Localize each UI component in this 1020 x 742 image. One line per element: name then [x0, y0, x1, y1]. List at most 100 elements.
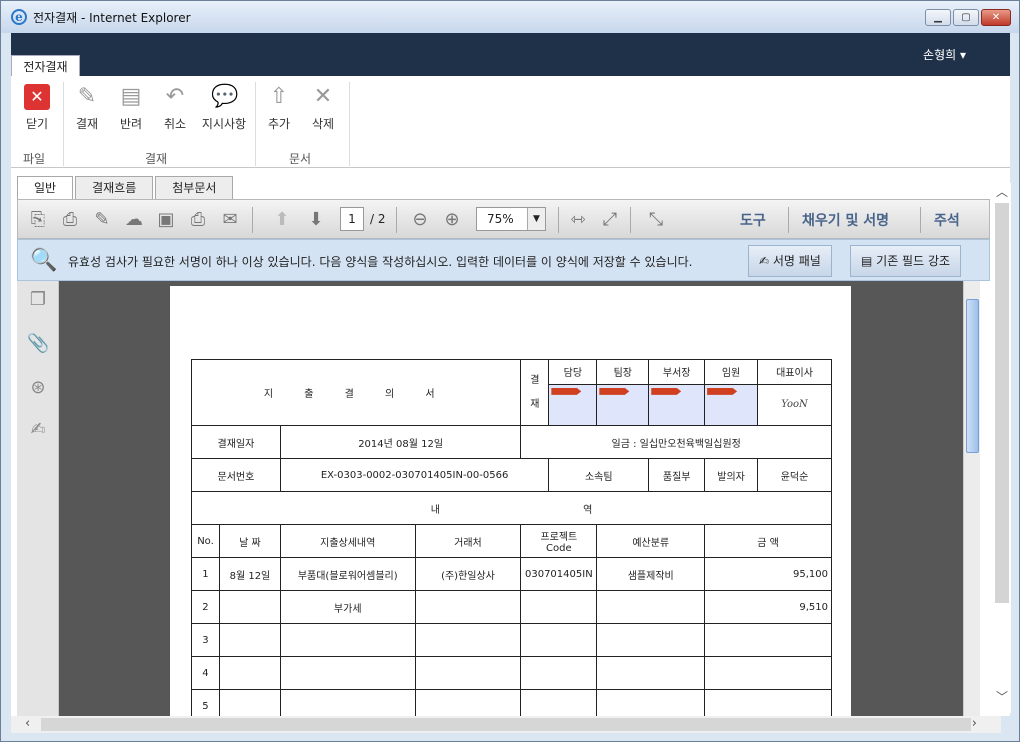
approver-head: 부서장	[648, 359, 706, 385]
fields-icon: ▤	[861, 254, 877, 268]
comment-link[interactable]: 주석	[934, 210, 960, 230]
sign-field[interactable]	[648, 383, 706, 427]
scroll-right-icon[interactable]: ›	[972, 716, 977, 731]
ceo-signature: YooN	[757, 383, 832, 427]
table-row: 5	[191, 689, 832, 716]
sign-field[interactable]	[704, 383, 759, 427]
horizontal-scrollbar[interactable]: ‹ ›	[11, 716, 1001, 733]
approver-head: 담당	[548, 359, 598, 385]
sign-here-flag-icon	[599, 387, 630, 395]
zoom-out-icon[interactable]: ⊖	[408, 208, 432, 232]
save-icon[interactable]: ▣	[154, 208, 178, 232]
app-tab[interactable]: 전자결재	[11, 55, 80, 77]
highlight-fields-button[interactable]: ▤ 기존 필드 강조	[850, 245, 962, 277]
cancel-button[interactable]: ↶ 취소	[153, 84, 197, 132]
validation-notice: 🔍 유효성 검사가 필요한 서명이 하나 이상 있습니다. 다음 양식을 작성하…	[17, 239, 990, 281]
notice-text: 유효성 검사가 필요한 서명이 하나 이상 있습니다. 다음 양식을 작성하십시…	[68, 255, 693, 269]
table-row: 1 8월 12일 부품대(블로워어셈블리) (주)한일상사 030701405IN 샘플제…	[191, 557, 832, 591]
page-scrollbar[interactable]: ︿ ﹀	[993, 183, 1011, 713]
print-icon[interactable]: ⎙	[186, 208, 210, 232]
edit-icon[interactable]: ✎	[90, 208, 114, 232]
maximize-button[interactable]: ▢	[953, 9, 979, 26]
pages-icon[interactable]: ❐	[27, 289, 49, 311]
docno-label: 문서번호	[191, 458, 281, 492]
fit-page-icon[interactable]: ⤢	[598, 208, 622, 232]
sign-here-flag-icon	[551, 387, 582, 395]
col-detail: 지출상세내역	[279, 524, 416, 558]
tab-attachments[interactable]: 첨부문서	[155, 176, 234, 199]
approve-icon: ✎	[77, 84, 97, 109]
instruction-button[interactable]: 💬 지시사항	[197, 84, 251, 132]
docno-value: EX-0303-0002-030701405IN-00-0566	[279, 458, 550, 492]
group-file: 파일	[23, 152, 46, 166]
page-scroll-thumb[interactable]	[995, 203, 1009, 603]
drafter-label: 발의자	[704, 458, 759, 492]
upload-icon[interactable]: ☁	[122, 208, 146, 232]
col-amount: 금 액	[704, 524, 832, 558]
viewer-scroll-thumb[interactable]	[966, 299, 979, 453]
add-button[interactable]: ⇧ 추가	[257, 84, 301, 132]
fullscreen-icon[interactable]: ⤡	[644, 208, 668, 232]
chevron-down-icon: ▼	[527, 208, 545, 230]
prev-page-icon[interactable]: ⬆	[270, 208, 294, 232]
dept-value: 품질부	[648, 458, 706, 492]
close-icon: ✕	[24, 84, 50, 110]
minimize-button[interactable]: ▁	[925, 9, 951, 26]
sign-field[interactable]	[548, 383, 598, 427]
window-title: 전자결재 - Internet Explorer	[33, 10, 191, 25]
content-area: 일반 결재흐름 첨부문서 ⎘ ⎙ ✎ ☁ ▣ ⎙ ✉ ⬆ ⬇ 1 / 2 ⊖ ⊕…	[11, 168, 1010, 716]
approver-head: 대표이사	[757, 359, 832, 385]
magnifier-icon: 🔍	[30, 248, 58, 273]
table-row: 3	[191, 623, 832, 657]
undo-icon: ↶	[165, 84, 185, 109]
horizontal-scroll-thumb[interactable]	[41, 718, 971, 731]
tab-approval-flow[interactable]: 결재흐름	[75, 176, 154, 199]
approver-head: 팀장	[596, 359, 650, 385]
date-value: 2014년 08월 12일	[279, 425, 522, 459]
sign-panel-button[interactable]: ✍ 서명 패널	[748, 245, 832, 277]
fill-sign-link[interactable]: 채우기 및 서명	[802, 210, 889, 230]
create-pdf-icon[interactable]: ⎙	[58, 208, 82, 232]
next-page-icon[interactable]: ⬇	[304, 208, 328, 232]
delete-button[interactable]: ✕ 삭제	[301, 84, 345, 132]
viewer-scrollbar[interactable]	[963, 281, 980, 716]
add-doc-icon: ⇧	[269, 84, 289, 109]
title-bar: e 전자결재 - Internet Explorer ▁ ▢ ✕	[1, 1, 1019, 33]
app-header: 손형희 ▾	[11, 33, 1010, 76]
scroll-left-icon[interactable]: ‹	[25, 716, 30, 731]
scroll-up-icon[interactable]: ︿	[996, 183, 1008, 200]
fit-width-icon[interactable]: ⇿	[566, 208, 590, 232]
scroll-down-icon[interactable]: ﹀	[996, 688, 1008, 705]
zoom-in-icon[interactable]: ⊕	[440, 208, 464, 232]
close-doc-button[interactable]: ✕ 닫기	[15, 84, 59, 132]
mail-icon[interactable]: ✉	[218, 208, 242, 232]
browser-window: e 전자결재 - Internet Explorer ▁ ▢ ✕ 손형희 ▾ 전…	[0, 0, 1020, 742]
delete-icon: ✕	[313, 84, 333, 109]
page-input[interactable]: 1	[340, 207, 364, 231]
tab-general[interactable]: 일반	[17, 176, 74, 200]
attachment-icon[interactable]: 📎	[27, 333, 49, 355]
col-no: No.	[191, 524, 220, 558]
table-row: 2 부가세 9,510	[191, 590, 832, 624]
close-window-button[interactable]: ✕	[981, 9, 1011, 26]
user-menu[interactable]: 손형희 ▾	[923, 46, 966, 63]
speech-bubble-icon: 💬	[211, 84, 239, 109]
approve-button[interactable]: ✎ 결재	[65, 84, 109, 132]
zoom-select[interactable]: 75% ▼	[476, 207, 546, 231]
approval-label: 결 재	[520, 359, 550, 426]
sign-field[interactable]	[596, 383, 650, 427]
ribbon: ✕ 닫기 ✎ 결재 ▤ 반려 ↶ 취소 💬 지시사항 ⇧ 추가 ✕ 삭제 파일 …	[11, 76, 1010, 168]
signature-icon[interactable]: ✍	[27, 419, 49, 441]
group-approval: 결재	[145, 152, 168, 166]
binoculars-icon[interactable]: ⊛	[27, 377, 49, 399]
document-page: 지 출 결 의 서 결 재 담당 팀장 부서장 임원 대표이사 YooN 결재일…	[170, 286, 851, 716]
reject-button[interactable]: ▤ 반려	[109, 84, 153, 132]
reject-icon: ▤	[120, 84, 142, 109]
document-viewer[interactable]: 지 출 결 의 서 결 재 담당 팀장 부서장 임원 대표이사 YooN 결재일…	[59, 281, 963, 716]
approver-head: 임원	[704, 359, 759, 385]
ie-logo-icon: e	[11, 9, 27, 25]
side-panel: ❐ 📎 ⊛ ✍	[17, 281, 59, 716]
tools-link[interactable]: 도구	[740, 210, 766, 230]
export-icon[interactable]: ⎘	[26, 208, 50, 232]
form-title: 지 출 결 의 서	[190, 359, 522, 426]
